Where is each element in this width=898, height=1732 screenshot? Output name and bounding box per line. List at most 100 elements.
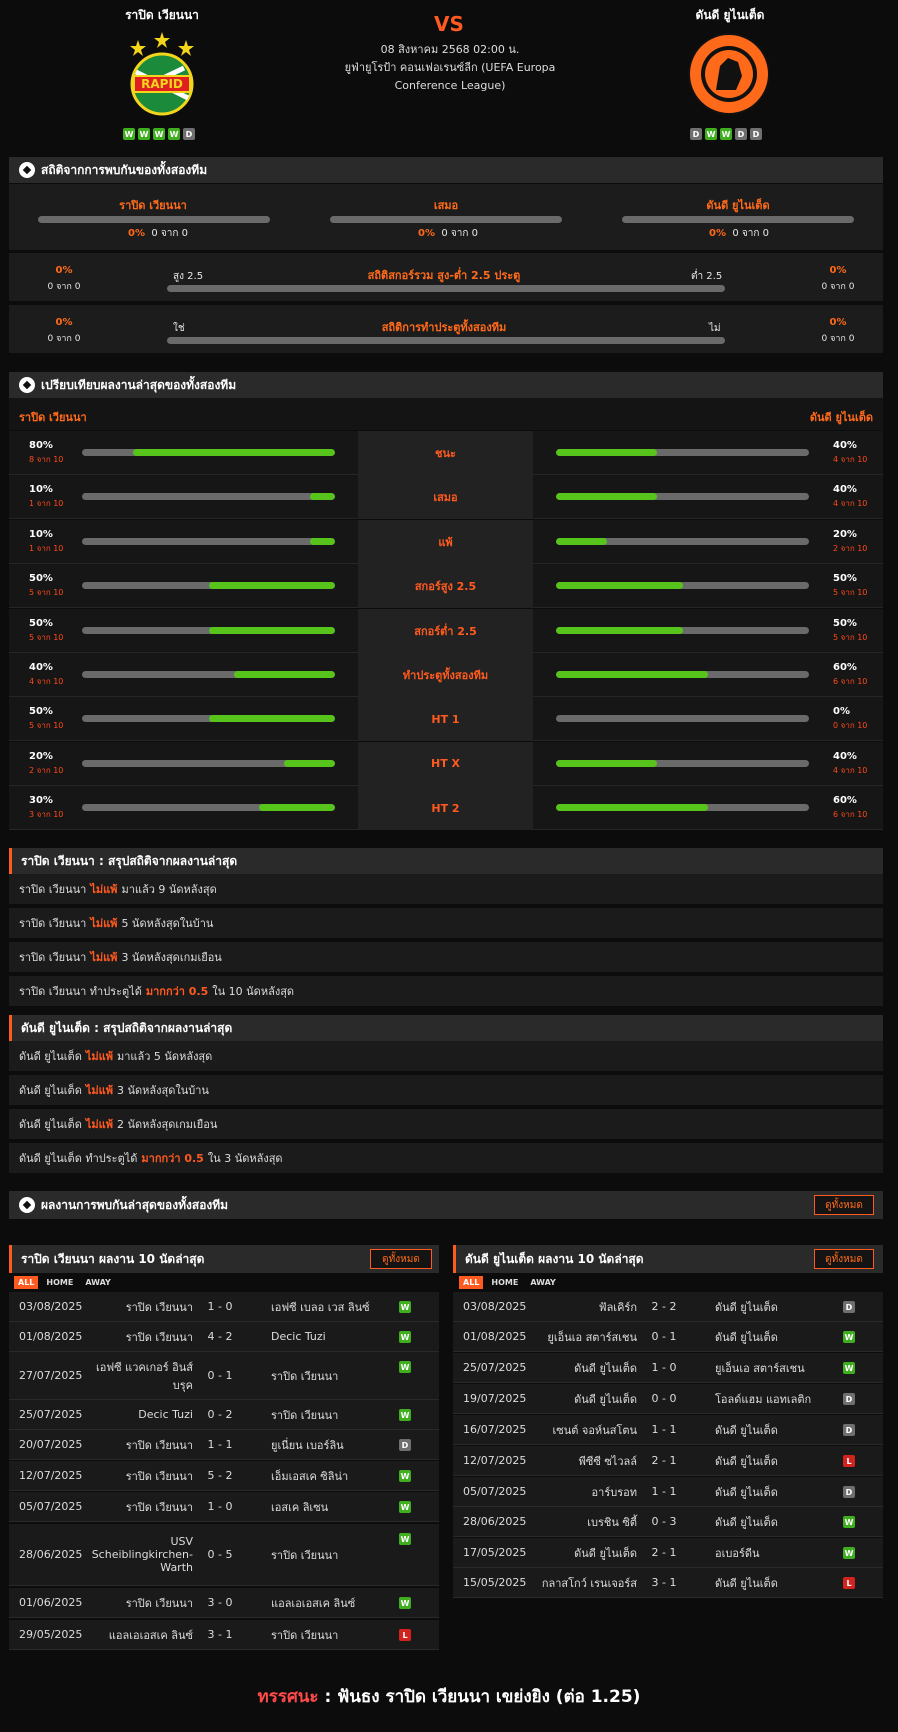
away-bar [556,537,809,545]
away-pct: 40% [833,484,857,496]
match-row[interactable]: 29/05/2025 แอลเอเอสเค ลินซ์ 3 - 1 ราปิด เวี… [9,1620,439,1650]
away-of: 5 จาก 10 [833,632,868,642]
tab-all[interactable]: ALL [459,1276,484,1289]
summary-highlight: ไม่แพ้ [85,1050,113,1063]
match-row[interactable]: 05/07/2025 ราปิด เวียนนา 1 - 0 เอสเค ลิเซน W [9,1492,439,1522]
h2h-away-label: ดันดี ยูไนเต็ด [706,199,770,212]
match-away: ดันดี ยูไนเต็ด [715,1423,778,1437]
home-form: W W W W D [123,128,195,140]
match-row[interactable]: 20/07/2025 ราปิด เวียนนา 1 - 1 ยูเนี่ยน เบอ… [9,1430,439,1460]
match-row[interactable]: 27/07/2025 เอฟซี แวคเกอร์ อินส์บรุค 0 - 1 ร… [9,1352,439,1400]
compare-label: HT X [358,741,533,786]
h2h-away-stat: 0% 0 จาก 0 [709,228,769,239]
match-row[interactable]: 17/05/2025 ดันดี ยูไนเต็ด 2 - 1 อเบอร์ดีน W [453,1538,883,1568]
home-of: 1 จาก 10 [29,499,64,509]
away-bar-fill [556,493,658,501]
home-bar [82,715,335,723]
summary-detail: 2 นัดหลังสุดเกมเยือน [116,1118,218,1131]
match-row[interactable]: 01/08/2025 ยูเอ็นเอ สตาร์สเชน 0 - 1 ดันดี ย… [453,1322,883,1352]
away-stat: 40% 4 จาก 10 [833,440,867,466]
match-row[interactable]: 01/08/2025 ราปิด เวียนนา 4 - 2 Decic Tuzi W [9,1322,439,1352]
away-bar-fill [556,759,658,767]
match-row[interactable]: 01/06/2025 ราปิด เวียนนา 3 - 0 แอลเอเอสเค ล… [9,1588,439,1618]
h2h-panel: ราปิด เวียนนา เสมอ ดันดี ยูไนเต็ด 0% 0 จ… [9,184,883,250]
summary-team: ราปิด เวียนนา [19,951,87,964]
soccer-ball-icon [19,1197,35,1213]
result-badge: D [843,1393,855,1405]
away-of: 6 จาก 10 [833,677,868,686]
summary-row: ราปิด เวียนนา ไม่แพ้ 3 นัดหลังสุดเกมเยือน [9,942,883,972]
compare-row: 50% 5 จาก 10 สกอร์ต่ำ 2.5 50% 5 จาก 10 [9,608,883,653]
compare-team-labels: ราปิด เวียนนา ดันดี ยูไนเต็ด [9,398,883,430]
match-header: ราปิด เวียนนา ดันดี ยูไนเต็ด RAPID W W W… [0,0,898,156]
match-score: 1 - 0 [207,1500,233,1513]
recent-view-all-button[interactable]: ดูทั้งหมด [814,1195,874,1215]
away-bar [556,493,809,501]
away-pct: 60% [833,662,857,673]
away-pct: 50% [833,573,857,585]
match-date: 12/07/2025 [19,1469,83,1482]
match-score: 3 - 1 [207,1628,233,1641]
form-badge: D [690,128,702,140]
tab-all[interactable]: ALL [14,1276,39,1289]
match-score: 1 - 1 [207,1438,233,1451]
home-team-logo[interactable]: RAPID [124,32,200,116]
compare-row: 80% 8 จาก 10 ชนะ 40% 4 จาก 10 [9,431,883,475]
away-of: 0 จาก 10 [833,721,868,731]
match-row[interactable]: 28/06/2025 USV Scheiblingkirchen-Warth 0 -… [9,1524,439,1586]
home-bar-fill [309,537,335,545]
home-bar [82,493,335,501]
match-score: 1 - 1 [651,1485,677,1498]
home-stat: 50% 5 จาก 10 [29,618,63,644]
match-date: 15/05/2025 [463,1576,527,1589]
match-home: ราปิด เวียนนา [125,1300,193,1314]
home-last10-view-all-button[interactable]: ดูทั้งหมด [370,1249,432,1269]
summary-highlight: ไม่แพ้ [90,883,118,896]
match-row[interactable]: 19/07/2025 ดันดี ยูไนเต็ด 0 - 0 โอลด์แฮม แอ… [453,1384,883,1414]
home-stat: 20% 2 จาก 10 [29,751,63,777]
away-bar [556,582,809,590]
match-row[interactable]: 03/08/2025 ฟัลเคิร์ก 2 - 2 ดันดี ยูไนเต็ด D [453,1292,883,1322]
home-stat: 50% 5 จาก 10 [29,573,63,599]
match-row[interactable]: 05/07/2025 อาร์บรอท 1 - 1 ดันดี ยูไนเต็ด D [453,1477,883,1507]
summary-highlight: ไม่แพ้ [85,1118,113,1131]
away-bar-fill [556,537,607,545]
home-last10-tabs: ALL HOME AWAY [14,1276,115,1289]
tab-home[interactable]: HOME [487,1276,522,1289]
match-home: ราปิด เวียนนา [125,1330,193,1344]
match-score: 0 - 5 [207,1548,233,1561]
match-row[interactable]: 25/07/2025 Decic Tuzi 0 - 2 ราปิด เวียนนา W [9,1400,439,1430]
match-home: กลาสโกว์ เรนเจอร์ส [541,1576,637,1590]
match-home: ดันดี ยูไนเต็ด [574,1361,637,1375]
match-row[interactable]: 15/05/2025 กลาสโกว์ เรนเจอร์ส 3 - 1 ดันดี ย… [453,1568,883,1598]
home-bar-fill [208,715,335,723]
btts-bar [167,337,725,344]
home-bar-fill [309,493,335,501]
match-away: อเบอร์ดีน [715,1546,760,1560]
prediction: ทรรศนะ : ฟันธง ราปิด เวียนนา เขย่งยิง (ต… [0,1683,898,1710]
match-row[interactable]: 25/07/2025 ดันดี ยูไนเต็ด 1 - 0 ยูเอ็นเอ สต… [453,1353,883,1383]
match-row[interactable]: 16/07/2025 เซนต์ จอห์นสโตน 1 - 1 ดันดี ยูไน… [453,1415,883,1445]
compare-home-label: ราปิด เวียนนา [19,411,87,424]
home-bar [82,671,335,678]
summary-detail: มาแล้ว 9 นัดหลังสุด [121,883,217,896]
match-row[interactable]: 28/06/2025 เบรชิน ซิตี้ 0 - 3 ดันดี ยูไนเต็… [453,1507,883,1537]
over-under-panel: 0% 0 จาก 0 สูง 2.5 สถิติสกอร์รวม สูง-ต่ำ… [9,253,883,301]
compare-row: 50% 5 จาก 10 HT 1 0% 0 จาก 10 [9,697,883,742]
match-away: เอ็มเอสเค ซิลิน่า [271,1469,349,1483]
away-stat: 60% 6 จาก 10 [833,662,867,688]
match-row[interactable]: 12/07/2025 ราปิด เวียนนา 5 - 2 เอ็มเอสเค ซิ… [9,1461,439,1491]
tab-away[interactable]: AWAY [81,1276,115,1289]
btts-title: สถิติการทำประตูทั้งสองทีม [381,321,507,334]
form-badge: W [138,128,150,140]
away-team-logo[interactable] [686,32,772,116]
recent-section-header: ผลงานการพบกันล่าสุดของทั้งสองทีม [9,1191,883,1219]
tab-home[interactable]: HOME [42,1276,77,1289]
match-row[interactable]: 12/07/2025 พีซีซี ซไวลล์ 2 - 1 ดันดี ยูไนเต… [453,1446,883,1476]
tab-away[interactable]: AWAY [526,1276,560,1289]
summary-team: ราปิด เวียนนา [19,883,87,896]
away-last10-view-all-button[interactable]: ดูทั้งหมด [814,1249,874,1269]
away-pct: 40% [833,440,857,451]
match-row[interactable]: 03/08/2025 ราปิด เวียนนา 1 - 0 เอฟซี เบลอ เ… [9,1292,439,1322]
away-bar [556,715,809,723]
